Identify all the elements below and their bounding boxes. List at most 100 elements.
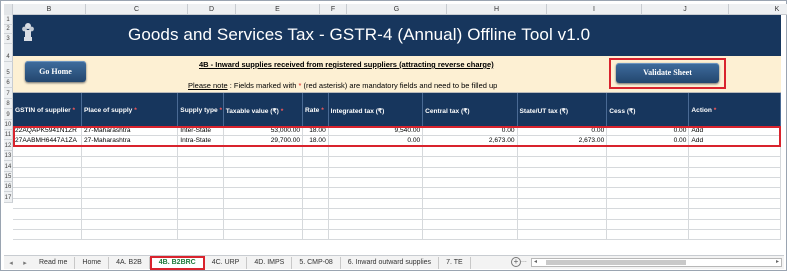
empty-cell[interactable] xyxy=(689,157,781,168)
empty-row[interactable] xyxy=(13,198,781,210)
empty-cell[interactable] xyxy=(178,219,224,230)
table-cell[interactable]: 18.00 xyxy=(303,126,329,137)
empty-cell[interactable] xyxy=(518,209,608,220)
empty-cell[interactable] xyxy=(329,167,424,178)
column-letter-g[interactable]: G xyxy=(347,4,447,15)
empty-cell[interactable] xyxy=(82,198,179,210)
empty-cell[interactable] xyxy=(224,157,304,168)
column-letter-f[interactable]: F xyxy=(320,4,347,15)
empty-cell[interactable] xyxy=(518,177,608,189)
empty-cell[interactable] xyxy=(329,198,424,210)
table-cell[interactable]: Add xyxy=(689,136,781,147)
empty-cell[interactable] xyxy=(689,188,781,199)
table-cell[interactable]: 18.00 xyxy=(303,136,329,147)
empty-row[interactable] xyxy=(13,167,781,178)
tab-6-inward-outward-supplies[interactable]: 6. Inward outward supplies xyxy=(341,256,440,269)
empty-cell[interactable] xyxy=(224,198,304,210)
table-cell[interactable]: 0.00 xyxy=(329,136,424,147)
empty-cell[interactable] xyxy=(82,167,179,178)
empty-cell[interactable] xyxy=(518,157,608,168)
empty-cell[interactable] xyxy=(689,198,781,210)
empty-cell[interactable] xyxy=(224,167,304,178)
empty-cell[interactable] xyxy=(689,229,781,241)
column-letter-k[interactable]: K xyxy=(729,4,787,15)
table-cell[interactable]: 27AABMH6447A1ZA xyxy=(13,136,82,147)
empty-cell[interactable] xyxy=(178,177,224,189)
empty-row[interactable] xyxy=(13,229,781,241)
row-number[interactable]: 15 xyxy=(4,171,13,182)
select-all-corner[interactable] xyxy=(4,4,13,15)
column-letter-d[interactable]: D xyxy=(188,4,236,15)
tab-4a-b2b[interactable]: 4A. B2B xyxy=(109,256,150,269)
add-sheet-icon[interactable]: + xyxy=(511,257,521,267)
row-number[interactable]: 4 xyxy=(4,43,13,62)
empty-cell[interactable] xyxy=(13,209,82,220)
tab-7-te[interactable]: 7. TE xyxy=(439,256,471,269)
empty-cell[interactable] xyxy=(303,157,329,168)
table-cell[interactable]: 0.00 xyxy=(607,136,690,147)
empty-cell[interactable] xyxy=(178,146,224,158)
table-cell[interactable]: Inter-State xyxy=(178,126,224,137)
empty-cell[interactable] xyxy=(224,229,304,241)
empty-cell[interactable] xyxy=(423,177,518,189)
empty-row[interactable] xyxy=(13,146,781,158)
empty-cell[interactable] xyxy=(689,219,781,230)
empty-cell[interactable] xyxy=(423,209,518,220)
table-cell[interactable]: 0.00 xyxy=(607,126,690,137)
tab-next-arrow[interactable]: ▸ xyxy=(18,259,32,267)
empty-cell[interactable] xyxy=(82,219,179,230)
empty-row[interactable] xyxy=(13,188,781,199)
row-number[interactable]: 5 xyxy=(4,62,13,78)
row-number[interactable]: 10 xyxy=(4,119,13,130)
empty-cell[interactable] xyxy=(329,188,424,199)
empty-cell[interactable] xyxy=(423,167,518,178)
empty-cell[interactable] xyxy=(178,188,224,199)
empty-cell[interactable] xyxy=(303,167,329,178)
table-cell[interactable]: 22AQAPK5941N1ZR xyxy=(13,126,82,137)
empty-cell[interactable] xyxy=(303,198,329,210)
empty-cell[interactable] xyxy=(13,157,82,168)
empty-cell[interactable] xyxy=(607,209,690,220)
tab-5-cmp-08[interactable]: 5. CMP-08 xyxy=(292,256,341,269)
empty-cell[interactable] xyxy=(224,177,304,189)
empty-cell[interactable] xyxy=(607,188,690,199)
empty-cell[interactable] xyxy=(329,229,424,241)
empty-cell[interactable] xyxy=(607,198,690,210)
empty-cell[interactable] xyxy=(82,177,179,189)
column-letter-h[interactable]: H xyxy=(447,4,547,15)
row-number[interactable]: 13 xyxy=(4,150,13,162)
table-cell[interactable]: 0.00 xyxy=(423,126,518,137)
table-cell[interactable]: 0.00 xyxy=(518,126,608,137)
empty-cell[interactable] xyxy=(303,219,329,230)
empty-cell[interactable] xyxy=(689,146,781,158)
column-letter-e[interactable]: E xyxy=(236,4,320,15)
empty-cell[interactable] xyxy=(178,229,224,241)
empty-cell[interactable] xyxy=(329,177,424,189)
scroll-left-icon[interactable]: ◂ xyxy=(534,258,537,265)
validate-sheet-button[interactable]: Validate Sheet xyxy=(616,63,719,83)
tab-home[interactable]: Home xyxy=(75,256,110,269)
row-number[interactable]: 8 xyxy=(4,98,13,110)
empty-cell[interactable] xyxy=(607,167,690,178)
empty-cell[interactable] xyxy=(518,219,608,230)
empty-cell[interactable] xyxy=(178,209,224,220)
row-number[interactable]: 6 xyxy=(4,78,13,89)
empty-cell[interactable] xyxy=(423,198,518,210)
scroll-right-icon[interactable]: ▸ xyxy=(776,258,779,265)
empty-cell[interactable] xyxy=(329,157,424,168)
empty-cell[interactable] xyxy=(518,167,608,178)
empty-cell[interactable] xyxy=(607,157,690,168)
row-number[interactable]: 9 xyxy=(4,109,13,120)
tab-4c-urp[interactable]: 4C. URP xyxy=(205,256,248,269)
empty-cell[interactable] xyxy=(303,229,329,241)
empty-cell[interactable] xyxy=(423,229,518,241)
table-cell[interactable]: 27-Maharashtra xyxy=(82,126,179,137)
column-letter-i[interactable]: I xyxy=(547,4,642,15)
empty-cell[interactable] xyxy=(607,177,690,189)
tab-4b-b2brc[interactable]: 4B. B2BRC xyxy=(149,255,205,270)
empty-cell[interactable] xyxy=(423,146,518,158)
row-number[interactable]: 2 xyxy=(4,24,13,34)
empty-cell[interactable] xyxy=(689,167,781,178)
empty-cell[interactable] xyxy=(224,188,304,199)
empty-cell[interactable] xyxy=(82,146,179,158)
